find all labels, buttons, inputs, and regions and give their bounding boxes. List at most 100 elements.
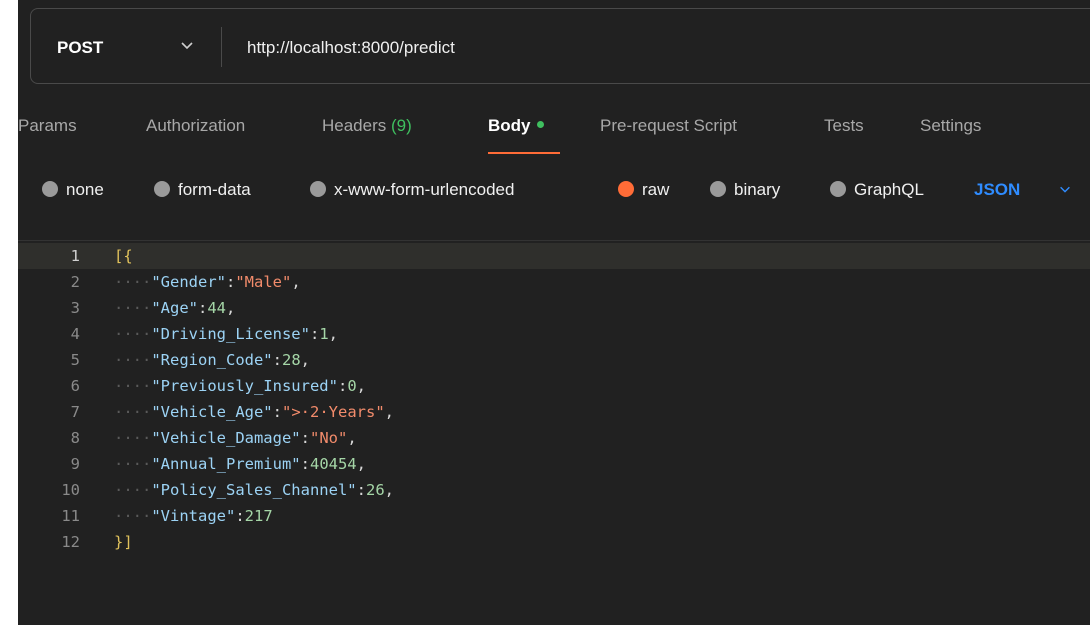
json-bracket: }] xyxy=(114,533,133,551)
code-content: ····"Vehicle_Age":">·2·Years", xyxy=(114,399,394,425)
json-key: "Gender" xyxy=(151,273,226,291)
radio-label: raw xyxy=(642,180,670,199)
format-select[interactable]: JSON xyxy=(974,175,1020,205)
url-divider xyxy=(221,27,222,67)
json-comma: , xyxy=(384,481,394,499)
tab-body[interactable]: Body xyxy=(488,104,544,148)
json-value: 26 xyxy=(365,481,385,499)
request-tabs: Params Authorization Headers (9) Body Pr… xyxy=(18,104,1090,154)
code-line: 2 ····"Gender":"Male", xyxy=(18,269,1090,295)
json-value: 44 xyxy=(207,299,227,317)
json-colon: : xyxy=(272,351,282,369)
json-colon: : xyxy=(337,377,348,395)
line-number: 4 xyxy=(70,325,80,343)
radio-label: binary xyxy=(734,180,781,199)
radio-label: GraphQL xyxy=(854,180,924,199)
line-number: 7 xyxy=(70,403,80,421)
json-bracket: [{ xyxy=(114,247,133,265)
json-key: "Vehicle_Damage" xyxy=(151,429,301,447)
chevron-down-icon[interactable] xyxy=(179,37,195,53)
json-value: "Male" xyxy=(235,273,292,291)
code-line: 9 ····"Annual_Premium":40454, xyxy=(18,451,1090,477)
json-comma: , xyxy=(226,299,236,317)
json-comma: , xyxy=(328,325,338,343)
json-colon: : xyxy=(272,403,282,421)
tab-params[interactable]: Params xyxy=(18,104,77,148)
code-content: [{ xyxy=(114,243,133,269)
json-key: "Previously_Insured" xyxy=(151,377,338,395)
radio-graphql[interactable]: GraphQL xyxy=(830,175,924,205)
chevron-down-icon[interactable] xyxy=(1058,182,1072,196)
tab-tests[interactable]: Tests xyxy=(824,104,864,148)
json-key: "Policy_Sales_Channel" xyxy=(151,481,357,499)
url-bar: POST http://localhost:8000/predict xyxy=(30,8,1090,84)
json-colon: : xyxy=(225,273,236,291)
radio-none[interactable]: none xyxy=(42,175,104,205)
code-content: }] xyxy=(114,529,133,555)
tab-settings[interactable]: Settings xyxy=(920,104,981,148)
code-content: ····"Driving_License":1, xyxy=(114,321,338,347)
line-number: 3 xyxy=(70,299,80,317)
code-content: ····"Policy_Sales_Channel":26, xyxy=(114,477,394,503)
radio-label: x-www-form-urlencoded xyxy=(334,180,515,199)
radio-label: none xyxy=(66,180,104,199)
code-line: 11 ····"Vintage":217 xyxy=(18,503,1090,529)
indent-whitespace: ···· xyxy=(114,299,152,317)
radio-form-data[interactable]: form-data xyxy=(154,175,251,205)
json-key: "Driving_License" xyxy=(151,325,310,343)
indent-whitespace: ···· xyxy=(114,351,152,369)
json-value: ">·2·Years" xyxy=(282,403,385,421)
json-comma: , xyxy=(291,273,301,291)
line-number: 8 xyxy=(70,429,80,447)
method-select[interactable]: POST xyxy=(57,9,103,85)
tab-pre-request-script[interactable]: Pre-request Script xyxy=(600,104,737,148)
line-number: 10 xyxy=(61,481,80,499)
code-content: ····"Annual_Premium":40454, xyxy=(114,451,366,477)
json-value: 40454 xyxy=(309,455,357,473)
tab-headers-label: Headers xyxy=(322,116,387,135)
radio-circle-icon xyxy=(42,180,58,197)
json-comma: , xyxy=(347,429,357,447)
code-line: 6 ····"Previously_Insured":0, xyxy=(18,373,1090,399)
body-type-options: none form-data x-www-form-urlencoded raw… xyxy=(18,175,1090,205)
json-key: "Vintage" xyxy=(151,507,236,525)
json-colon: : xyxy=(309,325,320,343)
line-number: 5 xyxy=(70,351,80,369)
json-value: 217 xyxy=(244,507,273,525)
code-content: ····"Region_Code":28, xyxy=(114,347,310,373)
code-line: 3 ····"Age":44, xyxy=(18,295,1090,321)
line-number: 12 xyxy=(61,533,80,551)
code-line: 7 ····"Vehicle_Age":">·2·Years", xyxy=(18,399,1090,425)
json-value: 28 xyxy=(282,351,301,369)
line-number: 1 xyxy=(70,247,80,265)
tab-headers[interactable]: Headers (9) xyxy=(322,104,412,148)
json-key: "Region_Code" xyxy=(151,351,273,369)
json-key: "Age" xyxy=(151,299,198,317)
indent-whitespace: ···· xyxy=(114,507,152,525)
json-value: "No" xyxy=(309,429,348,447)
radio-binary[interactable]: binary xyxy=(710,175,780,205)
radio-circle-icon xyxy=(830,180,846,197)
radio-circle-icon xyxy=(154,180,170,197)
json-value: 1 xyxy=(319,325,329,343)
request-editor-panel: POST http://localhost:8000/predict Param… xyxy=(18,0,1090,625)
code-editor[interactable]: 1[{2 ····"Gender":"Male", 3 ····"Age":44, 4 ·… xyxy=(18,240,1090,625)
active-tab-indicator xyxy=(488,152,560,154)
headers-count: (9) xyxy=(391,116,412,135)
json-colon: : xyxy=(300,429,310,447)
json-colon: : xyxy=(356,481,366,499)
json-colon: : xyxy=(300,455,310,473)
indent-whitespace: ···· xyxy=(114,377,152,395)
body-active-dot xyxy=(536,121,544,129)
tab-authorization[interactable]: Authorization xyxy=(146,104,245,148)
tab-body-label: Body xyxy=(488,116,531,135)
code-content: ····"Age":44, xyxy=(114,295,235,321)
radio-x-www-form-urlencoded[interactable]: x-www-form-urlencoded xyxy=(310,175,514,205)
code-content: ····"Vintage":217 xyxy=(114,503,273,529)
radio-label: form-data xyxy=(178,180,251,199)
line-number: 2 xyxy=(70,273,80,291)
indent-whitespace: ···· xyxy=(114,273,152,291)
code-content: ····"Vehicle_Damage":"No", xyxy=(114,425,357,451)
radio-raw[interactable]: raw xyxy=(618,175,669,205)
url-input[interactable]: http://localhost:8000/predict xyxy=(247,9,455,85)
